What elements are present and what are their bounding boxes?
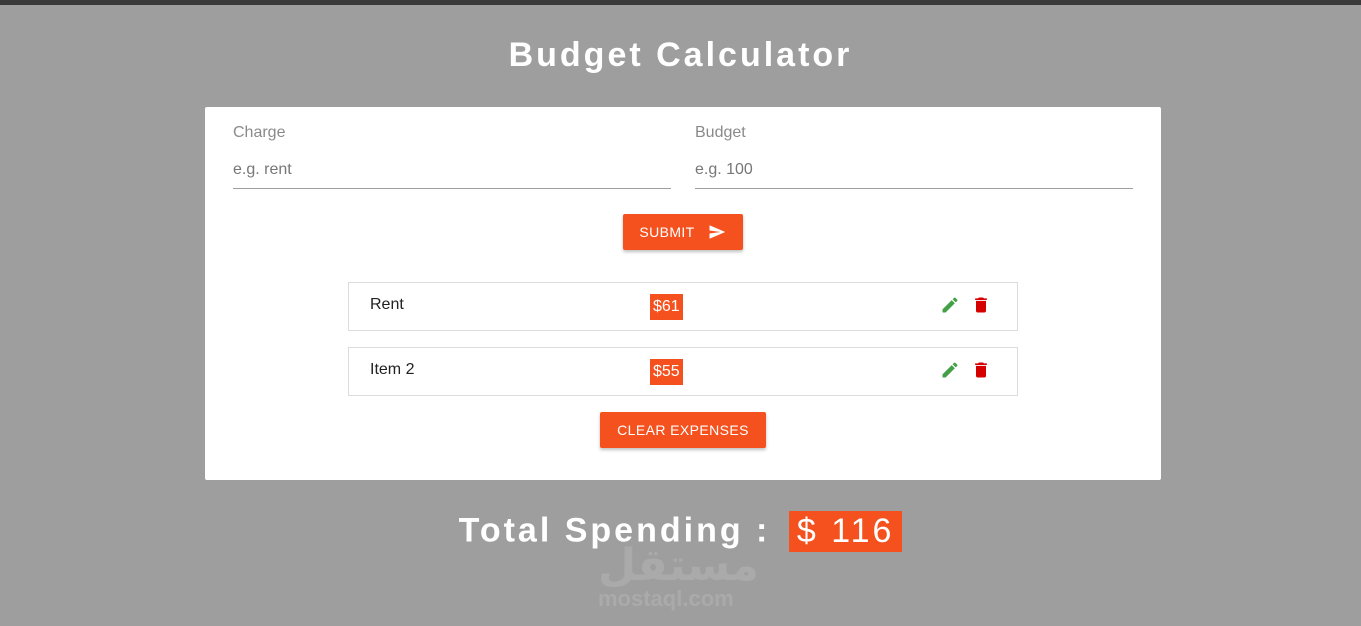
expense-name: Rent [370, 296, 404, 313]
trash-icon[interactable] [971, 360, 991, 380]
submit-button[interactable]: SUBMIT [623, 214, 743, 250]
send-icon [709, 225, 725, 239]
watermark-arabic: مستقل [598, 540, 759, 591]
expense-amount: $61 [650, 294, 683, 320]
total-value: $ 116 [788, 510, 903, 552]
budget-input[interactable] [695, 152, 1133, 189]
expense-item: Rent $61 [348, 282, 1018, 331]
trash-icon[interactable] [971, 295, 991, 315]
charge-label: Charge [233, 124, 286, 141]
clear-expenses-button[interactable]: CLEAR EXPENSES [600, 412, 766, 448]
budget-card: Charge Budget SUBMIT Rent $61 Item 2 $55… [205, 107, 1161, 480]
pencil-icon[interactable] [940, 295, 960, 315]
budget-field: Budget [695, 124, 1133, 189]
expense-item: Item 2 $55 [348, 347, 1018, 396]
expense-name: Item 2 [370, 361, 415, 378]
watermark-logo: مستقل mostaql.com [596, 540, 766, 616]
top-bar [0, 0, 1361, 5]
submit-button-label: SUBMIT [639, 224, 695, 240]
expense-amount: $55 [650, 359, 683, 385]
watermark-latin: mostaql.com [598, 586, 734, 611]
budget-label: Budget [695, 124, 746, 141]
page-title: Budget Calculator [508, 36, 853, 74]
charge-input[interactable] [233, 152, 671, 189]
pencil-icon[interactable] [940, 360, 960, 380]
charge-field: Charge [233, 124, 671, 189]
